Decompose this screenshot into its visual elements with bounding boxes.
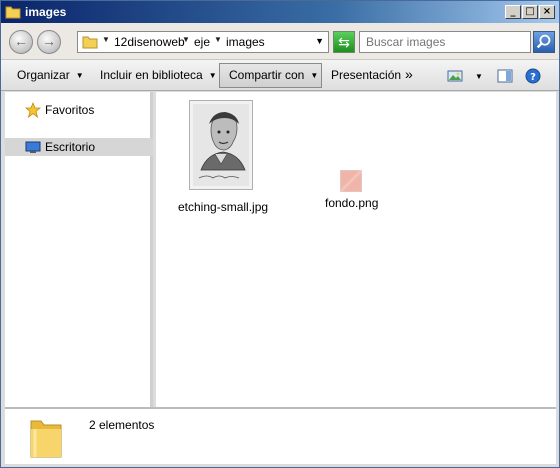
address-dropdown-icon[interactable]: ▼ [315,36,324,46]
navigation-pane: Favoritos Escritorio [5,92,153,407]
refresh-button[interactable]: ⇆ [333,31,355,53]
breadcrumb-item[interactable]: eje [194,35,210,49]
refresh-icon: ⇆ [338,34,350,50]
file-list: etching-small.jpg fondo.png [156,92,556,407]
breadcrumb-chevron-icon[interactable]: ▼ [214,35,222,44]
item-count: 2 elementos [89,418,155,432]
nav-label-desktop: Escritorio [45,140,96,154]
search-button[interactable] [533,31,555,53]
view-dropdown-icon[interactable]: ▼ [475,72,483,81]
share-button[interactable]: Compartir con ▼ [229,68,318,82]
nav-label-favorites: Favoritos [45,103,95,117]
file-name: fondo.png [325,196,379,210]
star-icon [25,102,41,118]
command-bar: Organizar ▼ Incluir en biblioteca ▼ Compar… [1,59,559,91]
maximize-button[interactable]: □ [522,5,538,19]
folder-icon [30,420,62,458]
include-library-button[interactable]: Incluir en biblioteca ▼ [100,68,217,82]
file-name: etching-small.jpg [178,200,269,214]
nav-item-desktop[interactable]: Escritorio [5,138,153,156]
view-options-icon[interactable] [447,68,463,84]
search-input[interactable] [359,31,531,53]
dropdown-arrow-icon: ▼ [310,71,319,80]
more-commands-button[interactable]: » [405,66,413,82]
breadcrumb-item[interactable]: images [226,35,265,49]
search-icon [536,34,551,49]
organize-button[interactable]: Organizar ▼ [17,68,84,82]
share-label: Compartir con [229,68,305,82]
organize-label: Organizar [17,68,70,82]
image-thumbnail [189,100,253,190]
back-arrow-icon: ← [14,33,28,49]
svg-text:?: ? [530,72,536,83]
address-bar[interactable]: ▼ 12disenoweb ▼ eje ▼ images ▼ [77,31,329,53]
preview-pane-icon[interactable] [497,68,513,84]
help-icon[interactable]: ? [525,68,541,84]
window-title: images [25,5,67,19]
include-library-label: Incluir en biblioteca [100,68,203,82]
presentation-button[interactable]: Presentación [331,68,401,82]
file-item-etching[interactable]: etching-small.jpg [178,100,268,214]
back-button[interactable]: ← [9,30,33,54]
breadcrumb-item[interactable]: 12disenoweb [114,35,185,49]
desktop-icon [25,141,41,153]
file-item-fondo[interactable]: fondo.png [324,162,384,212]
folder-icon [82,36,98,49]
folder-icon [5,6,21,19]
title-bar[interactable]: images _ □ × [1,1,559,23]
details-pane: 2 elementos [5,407,556,464]
image-thumbnail [340,170,362,192]
explorer-window: images _ □ × ← → ▼ 12disenoweb ▼ eje ▼ i… [0,0,560,468]
forward-button[interactable]: → [37,30,61,54]
breadcrumb-chevron-icon[interactable]: ▼ [182,35,190,44]
dropdown-arrow-icon: ▼ [75,71,84,80]
minimize-button[interactable]: _ [505,5,521,19]
breadcrumb-chevron-icon[interactable]: ▼ [102,35,110,44]
address-row: ← → ▼ 12disenoweb ▼ eje ▼ images ▼ ⇆ [1,23,559,59]
forward-arrow-icon: → [42,33,56,49]
dropdown-arrow-icon: ▼ [208,71,217,80]
nav-item-favorites[interactable]: Favoritos [5,101,153,119]
close-button[interactable]: × [539,5,555,19]
